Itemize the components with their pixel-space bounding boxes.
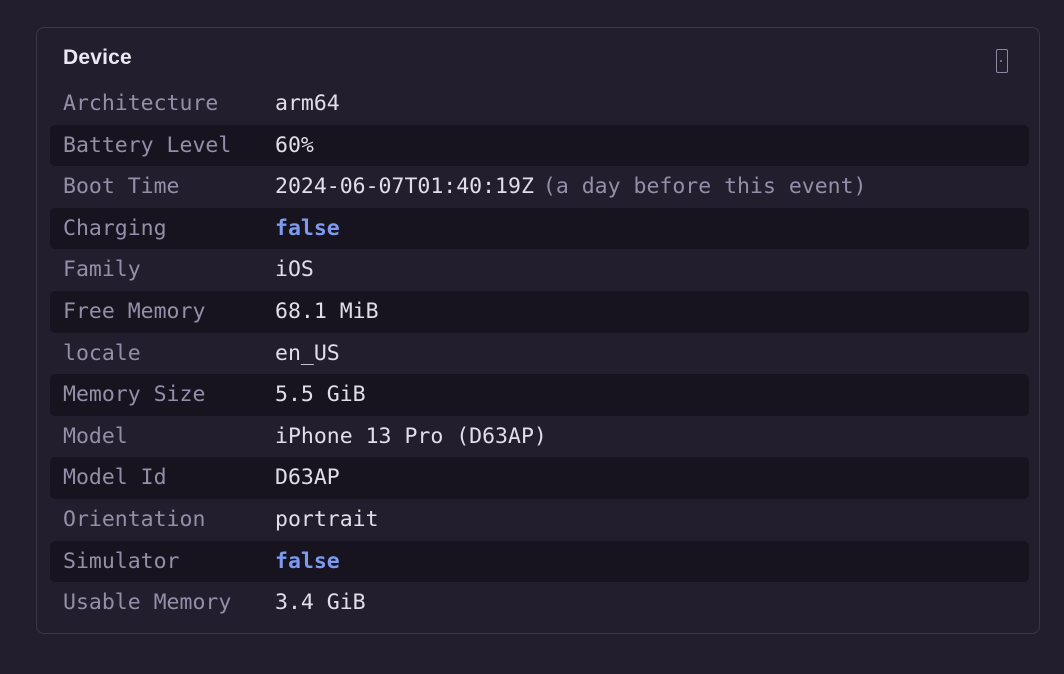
row-value: 60% bbox=[275, 132, 314, 158]
row-key: Family bbox=[63, 257, 141, 283]
row-key: Simulator bbox=[63, 548, 180, 574]
row-architecture: Architecture arm64 bbox=[50, 83, 1029, 125]
row-value: en_US bbox=[275, 340, 340, 366]
row-value: iOS bbox=[275, 257, 314, 283]
row-key: Charging bbox=[63, 215, 167, 241]
row-value: D63AP bbox=[275, 465, 340, 491]
device-context-panel: Device Architecture arm64 Battery Level … bbox=[36, 27, 1040, 634]
boot-time-relative: (a day before this event) bbox=[542, 174, 867, 200]
row-key: Usable Memory bbox=[63, 590, 232, 616]
row-model-id: Model Id D63AP bbox=[50, 457, 1029, 499]
row-value: portrait bbox=[275, 506, 379, 532]
row-usable-memory: Usable Memory 3.4 GiB bbox=[50, 582, 1029, 624]
row-value: 5.5 GiB bbox=[275, 382, 366, 408]
row-value: 3.4 GiB bbox=[275, 590, 366, 616]
row-key: Orientation bbox=[63, 506, 206, 532]
row-boot-time: Boot Time 2024-06-07T01:40:19Z (a day bef… bbox=[50, 166, 1029, 208]
boot-time-value: 2024-06-07T01:40:19Z bbox=[275, 174, 534, 200]
row-key: Memory Size bbox=[63, 382, 206, 408]
row-key: Battery Level bbox=[63, 132, 232, 158]
row-value: 68.1 MiB bbox=[275, 298, 379, 324]
row-model: Model iPhone 13 Pro (D63AP) bbox=[50, 416, 1029, 458]
row-locale: locale en_US bbox=[50, 333, 1029, 375]
row-memory-size: Memory Size 5.5 GiB bbox=[50, 374, 1029, 416]
row-key: locale bbox=[63, 340, 141, 366]
row-charging: Charging false bbox=[50, 207, 1029, 250]
row-free-memory: Free Memory 68.1 MiB bbox=[50, 290, 1029, 333]
row-value-boolean: false bbox=[275, 215, 340, 241]
row-value: arm64 bbox=[275, 91, 340, 116]
row-battery-level: Battery Level 60% bbox=[50, 124, 1029, 167]
row-key: Architecture bbox=[63, 91, 219, 116]
row-value-boolean: false bbox=[275, 548, 340, 574]
row-key: Model Id bbox=[63, 465, 167, 491]
row-key: Boot Time bbox=[63, 174, 180, 200]
row-value: 2024-06-07T01:40:19Z (a day before this e… bbox=[275, 174, 867, 199]
row-orientation: Orientation portrait bbox=[50, 499, 1029, 541]
row-simulator: Simulator false bbox=[50, 540, 1029, 583]
row-value: iPhone 13 Pro (D63AP) bbox=[275, 423, 547, 449]
mobile-device-icon[interactable] bbox=[996, 49, 1008, 73]
key-value-list: Architecture arm64 Battery Level 60% Boo… bbox=[50, 83, 1029, 624]
row-family: Family iOS bbox=[50, 249, 1029, 291]
row-key: Free Memory bbox=[63, 298, 206, 324]
row-key: Model bbox=[63, 423, 128, 449]
panel-title: Device bbox=[63, 46, 132, 69]
